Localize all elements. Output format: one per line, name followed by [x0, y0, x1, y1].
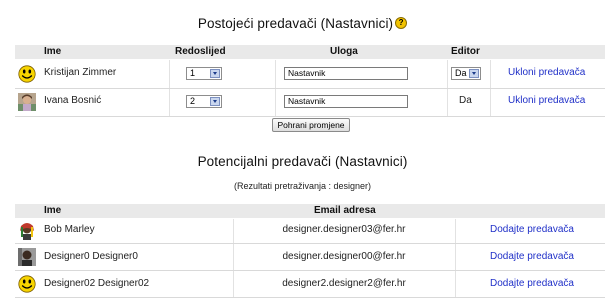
candidate-name: Designer0 Designer0	[44, 251, 138, 262]
candidate-name: Designer02 Designer02	[44, 278, 150, 289]
current-teachers-header: Ime Redoslijed Uloga Editor	[15, 45, 605, 59]
potential-teachers-title: Potencijalni predavači (Nastavnici)	[0, 154, 605, 169]
add-teacher-link[interactable]: Dodajte predavača	[490, 278, 574, 289]
smiley-avatar	[18, 65, 36, 83]
role-input[interactable]: Nastavnik	[284, 95, 408, 108]
teacher-name: Kristijan Zimmer	[44, 67, 117, 78]
header-editor: Editor	[451, 46, 480, 57]
remove-teacher-link[interactable]: Ukloni predavača	[508, 67, 585, 78]
header-order: Redoslijed	[175, 46, 226, 57]
candidate-email: designer2.designer2@fer.hr	[282, 278, 406, 289]
smiley-avatar	[18, 275, 36, 293]
photo-avatar	[18, 93, 36, 111]
editor-select[interactable]: Da	[451, 67, 481, 80]
photo-avatar	[18, 248, 36, 266]
current-teachers-title-text: Postojeći predavači (Nastavnici)	[197, 16, 394, 31]
order-value: 2	[190, 96, 196, 106]
header-email: Email adresa	[314, 205, 376, 216]
remove-teacher-link[interactable]: Ukloni predavača	[508, 95, 585, 106]
header-name: Ime	[44, 205, 62, 216]
search-results-subtitle: (Rezultati pretraživanja : designer)	[233, 181, 372, 191]
potential-teachers-title-text: Potencijalni predavači (Nastavnici)	[197, 154, 408, 169]
header-role: Uloga	[330, 46, 358, 57]
table-row: Designer02 Designer02 designer2.designer…	[15, 271, 605, 298]
candidate-email: designer.designer03@fer.hr	[282, 224, 406, 235]
order-select[interactable]: 2	[186, 95, 222, 108]
potential-teachers-header: Ime Email adresa	[15, 204, 605, 218]
order-value: 1	[190, 68, 196, 78]
add-teacher-link[interactable]: Dodajte predavača	[490, 251, 574, 262]
role-input[interactable]: Nastavnik	[284, 67, 408, 80]
teacher-name: Ivana Bosnić	[44, 95, 102, 106]
table-row: Kristijan Zimmer 1 Nastavnik Da Ukloni p…	[15, 60, 605, 89]
add-teacher-link[interactable]: Dodajte predavača	[490, 224, 574, 235]
candidate-email: designer.designer00@fer.hr	[282, 251, 406, 262]
chevron-down-icon[interactable]	[210, 69, 220, 78]
help-icon[interactable]: ?	[395, 17, 408, 30]
chevron-down-icon[interactable]	[469, 69, 479, 78]
table-row: Bob Marley designer.designer03@fer.hr Do…	[15, 219, 605, 244]
candidate-name: Bob Marley	[44, 224, 95, 235]
chevron-down-icon[interactable]	[210, 97, 220, 106]
editor-value: Da	[459, 95, 472, 106]
editor-value: Da	[455, 68, 467, 78]
save-changes-button[interactable]: Pohrani promjene	[272, 118, 350, 132]
table-row: Designer0 Designer0 designer.designer00@…	[15, 244, 605, 271]
order-select[interactable]: 1	[186, 67, 222, 80]
table-row: Ivana Bosnić 2 Nastavnik Da Ukloni preda…	[15, 89, 605, 117]
header-name: Ime	[44, 46, 62, 57]
current-teachers-title: Postojeći predavači (Nastavnici)?	[0, 16, 605, 31]
photo-avatar	[18, 222, 36, 240]
